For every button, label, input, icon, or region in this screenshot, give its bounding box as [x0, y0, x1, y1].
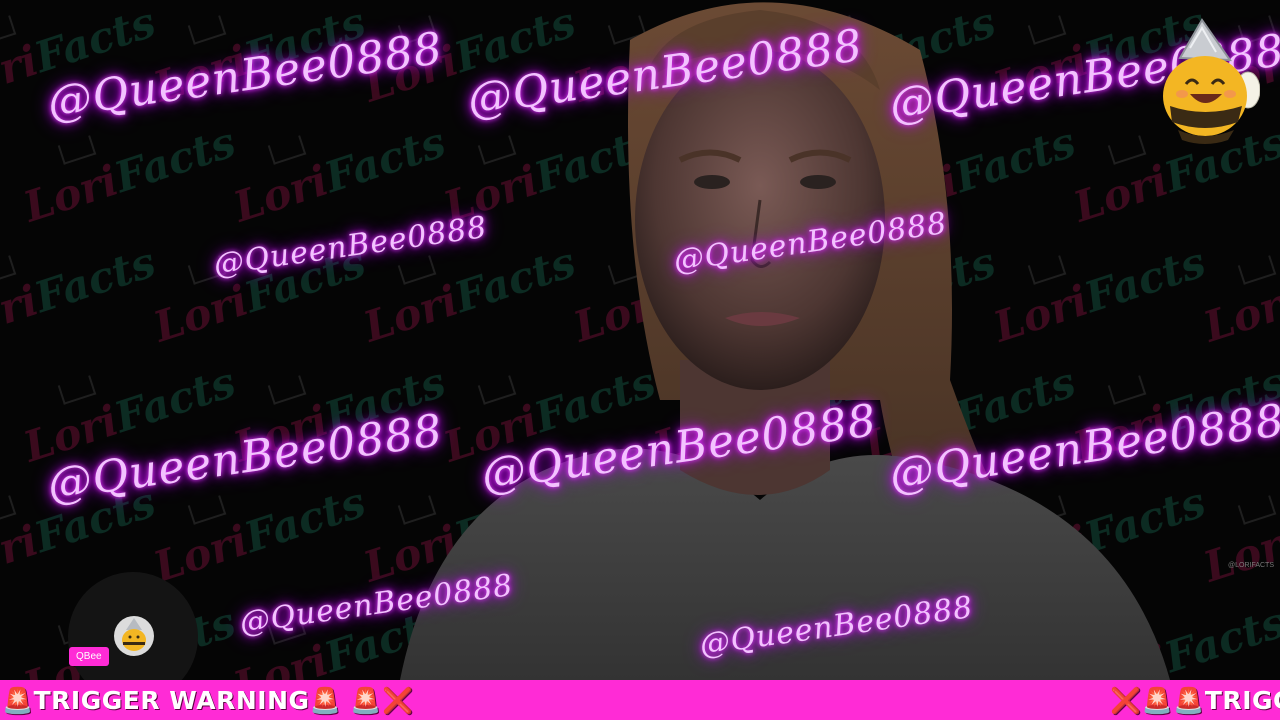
corner-watermark: @LORIFACTS [1228, 562, 1275, 569]
video-frame: LoriFacts LoriFacts LoriFacts Lori Facts Lori… [0, 0, 1280, 720]
bee-with-tinfoil-hat-icon [1163, 18, 1260, 144]
trigger-warning-ticker: 🚨TRIGGER WARNING🚨 🚨❌ ❌🚨🚨TRIGG [0, 680, 1280, 720]
bee-avatar-icon[interactable] [114, 616, 154, 656]
brand-pattern-tile: LoriFacts [17, 117, 242, 232]
brand-pattern-tile: LoriFacts [147, 477, 372, 592]
brand-pattern-tile: LoriFacts [0, 237, 162, 352]
brand-pattern-tile: LoriFacts [1197, 515, 1280, 592]
ticker-text: 🚨TRIGGER WARNING🚨 🚨❌ [2, 686, 414, 715]
creator-tag: QBee [69, 647, 109, 666]
ticker-text-repeat: ❌🚨🚨TRIGG [1110, 686, 1280, 715]
brand-pattern-tile: LoriFacts [1197, 275, 1280, 352]
